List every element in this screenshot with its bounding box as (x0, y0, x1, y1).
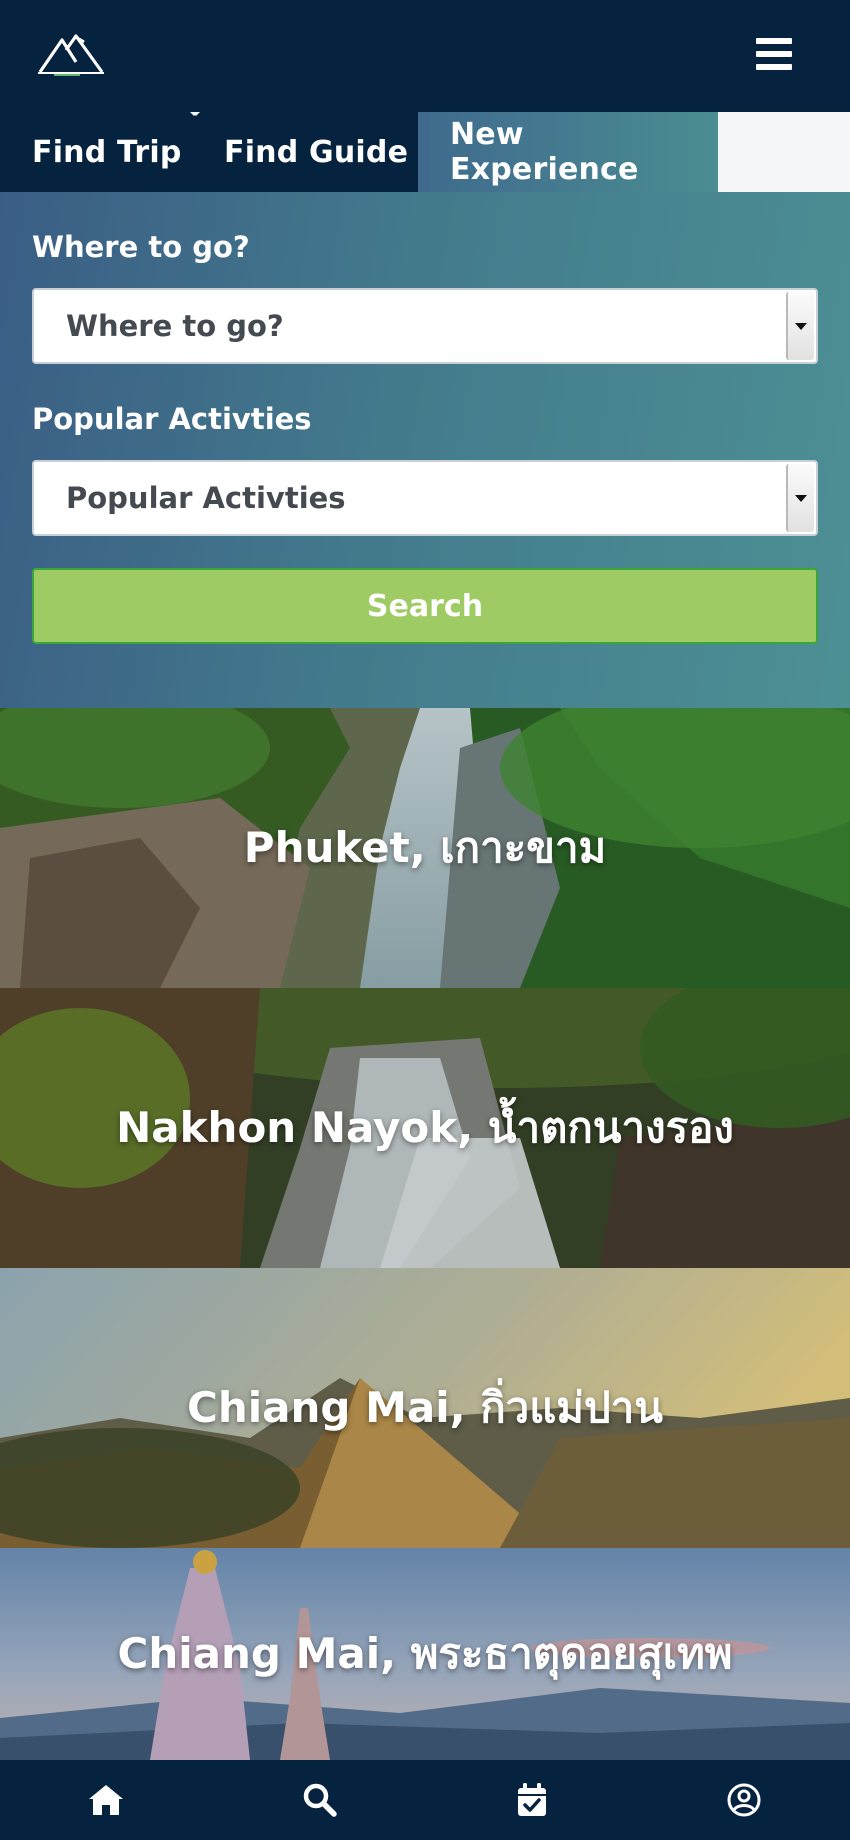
chevron-down-icon[interactable] (786, 292, 814, 360)
user-circle-icon[interactable] (720, 1776, 768, 1824)
tab-find-guide[interactable]: Find Guide (192, 112, 418, 192)
popular-activities-label: Popular Activties (32, 402, 312, 436)
tab-label: Find Guide (224, 134, 409, 170)
tab-label: Find Trip (32, 134, 182, 170)
destination-title: Chiang Mai, พระธาตุดอยสุเทพ (117, 1629, 733, 1678)
where-to-go-value: Where to go? (66, 309, 284, 343)
where-to-go-label: Where to go? (32, 230, 250, 264)
destination-card-chiang-mai-doi-suthep[interactable]: Chiang Mai, พระธาตุดอยสุเทพ (0, 1548, 850, 1760)
tab-divider (192, 112, 200, 116)
tab-find-trip[interactable]: Find Trip (0, 112, 192, 192)
chevron-down-icon[interactable] (786, 464, 814, 532)
popular-activities-select[interactable]: Popular Activties (32, 460, 818, 536)
app-header (0, 0, 850, 112)
search-icon[interactable] (296, 1776, 344, 1824)
destination-card-nakhon-nayok[interactable]: Nakhon Nayok, น้ำตกนางรอง (0, 988, 850, 1268)
popular-activities-value: Popular Activties (66, 481, 346, 515)
where-to-go-select[interactable]: Where to go? (32, 288, 818, 364)
mountain-logo-icon[interactable] (36, 30, 108, 78)
tab-label: New Experience (450, 117, 639, 187)
destination-title: Nakhon Nayok, น้ำตกนางรอง (116, 1103, 734, 1152)
search-panel: Where to go? Where to go? Popular Activt… (0, 192, 850, 708)
home-icon[interactable] (82, 1776, 130, 1824)
destination-title: Chiang Mai, กิ่วแม่ปาน (187, 1383, 663, 1432)
destination-title: Phuket, เกาะขาม (243, 823, 607, 872)
bottom-navigation (0, 1760, 850, 1840)
tab-bar: Find Trip Find Guide New Experience (0, 112, 850, 192)
destination-card-chiang-mai-kew-mae-pan[interactable]: Chiang Mai, กิ่วแม่ปาน (0, 1268, 850, 1548)
search-button[interactable]: Search (32, 568, 818, 644)
destination-card-phuket[interactable]: Phuket, เกาะขาม (0, 708, 850, 988)
search-button-label: Search (366, 588, 484, 624)
calendar-check-icon[interactable] (508, 1776, 556, 1824)
tab-new-experience[interactable]: New Experience (418, 112, 718, 192)
hamburger-menu-icon[interactable] (752, 34, 796, 74)
